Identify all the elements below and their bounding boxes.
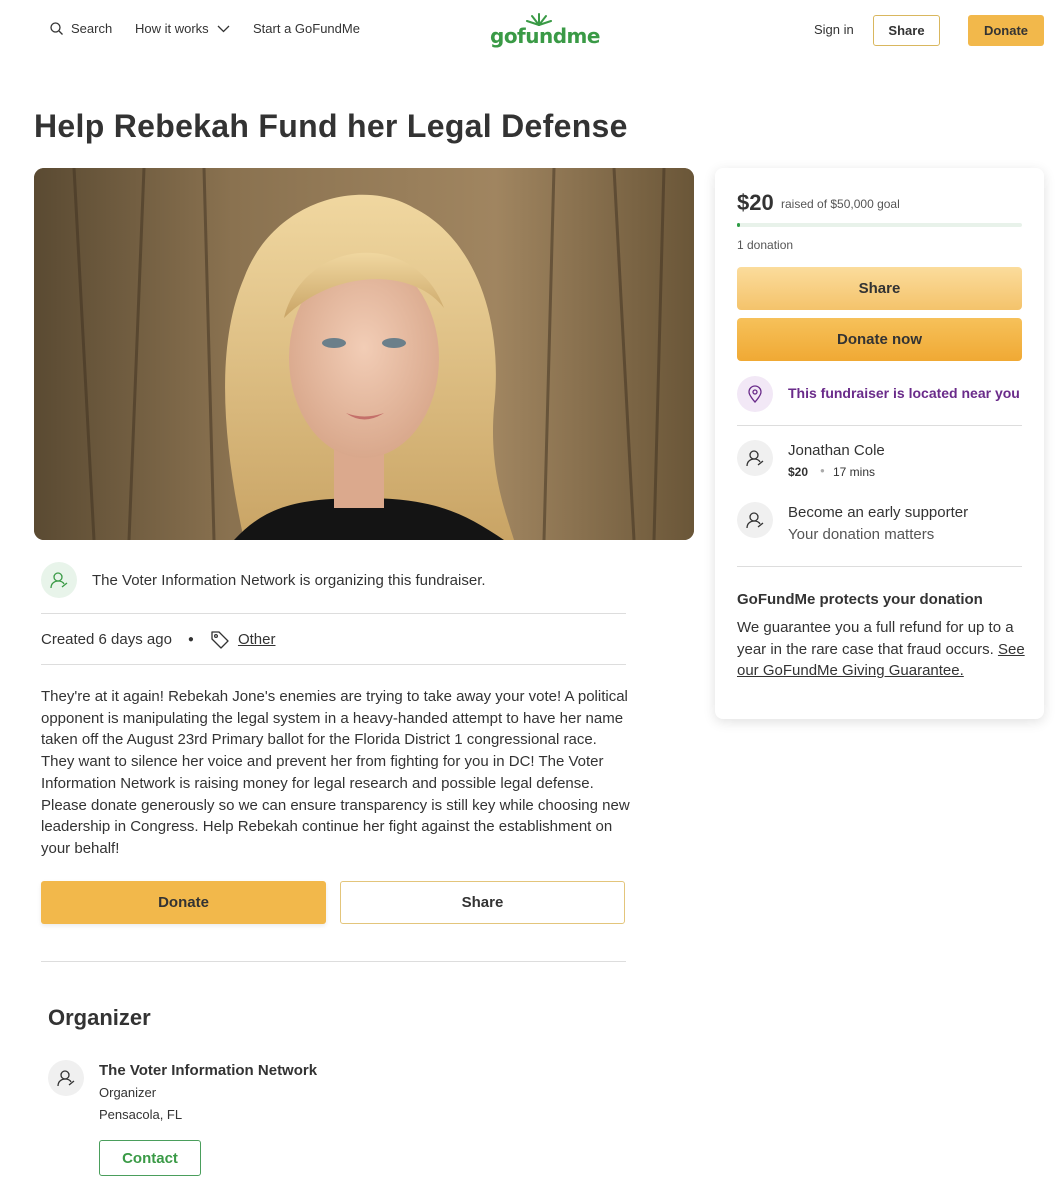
early-supporter-title: Become an early supporter <box>788 504 969 521</box>
gofundme-logo[interactable]: gofundme <box>490 13 600 48</box>
donate-button[interactable]: Donate <box>41 881 326 924</box>
early-supporter: Become an early supporter Your donation … <box>737 502 1022 567</box>
search-icon <box>50 22 63 35</box>
user-icon <box>746 450 764 467</box>
goal-text: raised of $50,000 goal <box>781 197 900 211</box>
location-notice: This fundraiser is located near you <box>737 376 1022 426</box>
donation-card: $20 raised of $50,000 goal 1 donation Sh… <box>715 168 1044 719</box>
created-date: Created 6 days ago <box>41 630 172 648</box>
early-supporter-subtitle: Your donation matters <box>788 526 935 543</box>
donation-count: 1 donation <box>737 238 794 252</box>
search-label: Search <box>71 21 113 36</box>
protection-text: We guarantee you a full refund for up to… <box>737 617 1025 682</box>
donor-name: Jonathan Cole <box>788 442 885 459</box>
donate-button-top[interactable]: Donate <box>968 15 1044 46</box>
how-it-works-menu[interactable]: How it works <box>135 21 230 36</box>
sign-in-link[interactable]: Sign in <box>814 22 854 37</box>
organizer-avatar <box>41 562 77 598</box>
logo-text: gofundme <box>490 24 600 48</box>
card-share-button[interactable]: Share <box>737 267 1022 310</box>
protection-heading: GoFundMe protects your donation <box>737 591 983 608</box>
donor-time: 17 mins <box>833 465 876 479</box>
separator-dot: ● <box>820 466 825 475</box>
share-button[interactable]: Share <box>340 881 625 924</box>
user-icon <box>57 1070 75 1087</box>
progress-fill <box>737 223 740 227</box>
user-icon <box>50 572 68 589</box>
organizer-location: Pensacola, FL <box>99 1107 183 1122</box>
tag-icon <box>211 631 229 649</box>
location-pin-icon <box>748 385 762 403</box>
organizer-card: The Voter Information Network Organizer … <box>48 1060 317 1122</box>
start-gofundme-link[interactable]: Start a GoFundMe <box>253 21 360 36</box>
location-text: This fundraiser is located near you <box>788 385 1020 401</box>
category-label: Other <box>237 630 276 648</box>
raised-amount: $20 <box>737 190 774 215</box>
protection-body: We guarantee you a full refund for up to… <box>737 619 1014 658</box>
organizer-summary: The Voter Information Network is organiz… <box>41 562 626 614</box>
separator-dot: ● <box>187 633 194 645</box>
campaign-photo <box>34 168 694 540</box>
donor-avatar <box>737 440 773 476</box>
organizer-line-text: The Voter Information Network is organiz… <box>92 572 486 589</box>
share-button-top[interactable]: Share <box>873 15 940 46</box>
organizer-role: Organizer <box>99 1085 157 1100</box>
campaign-story: They're at it again! Rebekah Jone's enem… <box>41 688 630 857</box>
contact-button[interactable]: Contact <box>99 1140 201 1176</box>
portrait-illustration <box>34 168 694 540</box>
user-icon <box>746 512 764 529</box>
campaign-meta: Created 6 days ago ● Other <box>41 614 626 665</box>
organizer-heading: Organizer <box>48 1005 151 1030</box>
early-supporter-avatar <box>737 502 773 538</box>
page-title: Help Rebekah Fund her Legal Defense <box>34 108 628 144</box>
progress-bar <box>737 223 1022 227</box>
top-nav: Search How it works Start a GoFundMe gof… <box>0 0 1063 62</box>
chevron-down-icon <box>217 25 230 32</box>
category-link[interactable]: Other <box>210 629 276 649</box>
recent-donation: Jonathan Cole $20 ● 17 mins <box>737 440 1022 490</box>
organizer-avatar-small <box>48 1060 84 1096</box>
donor-amount: $20 <box>788 465 809 479</box>
search-link[interactable]: Search <box>50 21 112 36</box>
donate-now-button[interactable]: Donate now <box>737 318 1022 361</box>
location-badge <box>737 376 773 412</box>
divider <box>41 961 626 962</box>
how-it-works-label: How it works <box>135 21 209 36</box>
organizer-name: The Voter Information Network <box>99 1062 318 1079</box>
